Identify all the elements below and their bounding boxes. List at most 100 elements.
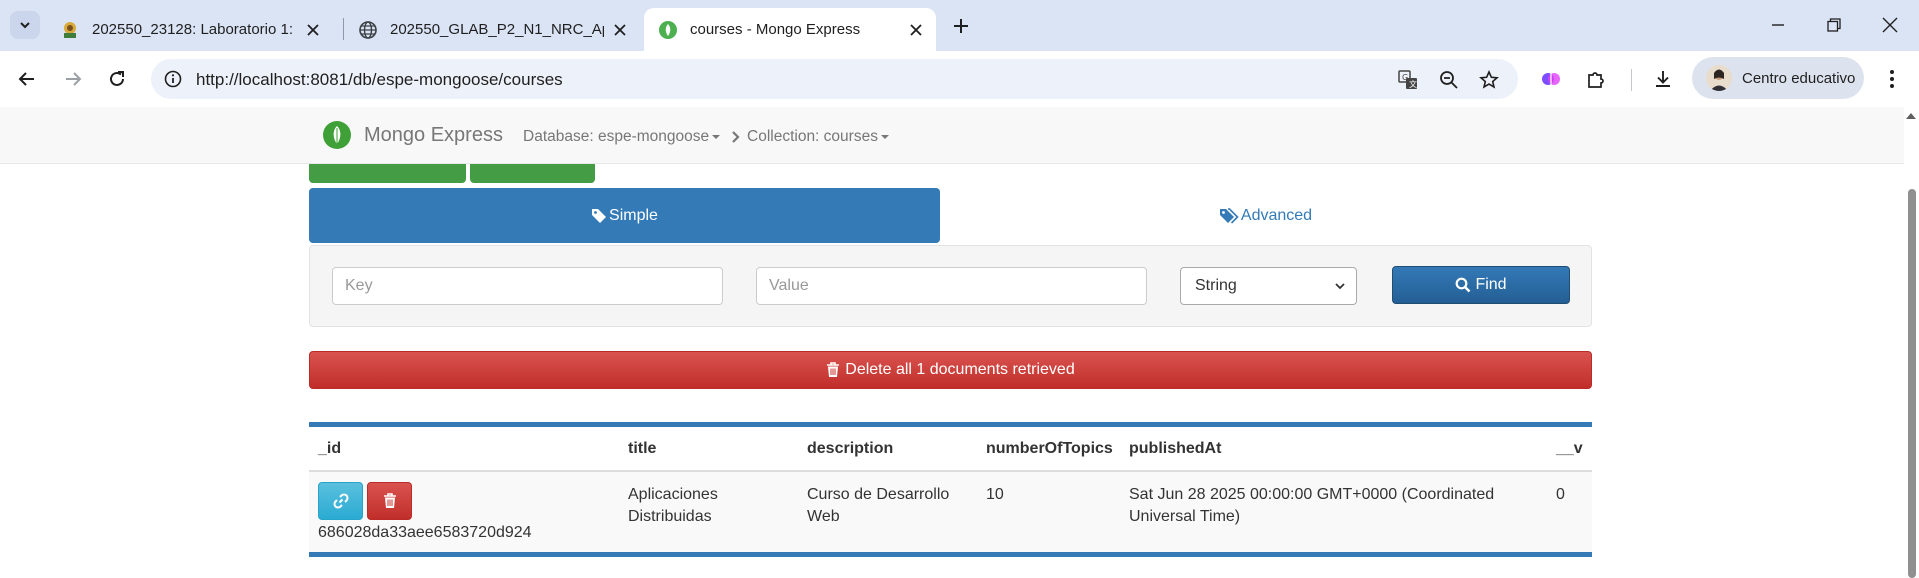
svg-text:G: G — [1402, 73, 1408, 82]
cell-title: Aplicaciones Distribuidas — [628, 484, 718, 528]
browser-tab-mongo-express[interactable]: courses - Mongo Express — [644, 8, 936, 51]
address-bar[interactable]: http://localhost:8081/db/espe-mongoose/c… — [151, 59, 1518, 99]
close-icon[interactable] — [303, 20, 323, 40]
view-document-button[interactable] — [318, 482, 363, 520]
url-text: http://localhost:8081/db/espe-mongoose/c… — [196, 70, 563, 89]
info-icon — [164, 70, 182, 88]
delete-document-button[interactable] — [367, 482, 412, 520]
cell-publishedat: Sat Jun 28 2025 00:00:00 GMT+0000 (Coord… — [1129, 484, 1494, 528]
minimize-icon — [1772, 24, 1784, 26]
download-icon — [1656, 71, 1670, 87]
brand-link[interactable]: Mongo Express — [322, 120, 503, 150]
chevron-down-icon — [20, 22, 30, 29]
arrow-left-icon — [18, 72, 34, 86]
delete-all-label: Delete all 1 documents retrieved — [845, 361, 1075, 378]
documents-table: _id title description numberOfTopics pub… — [309, 422, 1592, 557]
arrow-right-icon — [66, 72, 82, 86]
chevron-right-icon — [732, 131, 740, 143]
find-button[interactable]: Find — [1392, 266, 1570, 304]
cell-id[interactable]: 686028da33aee6583720d924 — [318, 522, 532, 544]
cell-v: 0 — [1556, 486, 1565, 503]
simple-query-form: String Find — [309, 245, 1592, 327]
cell-title-line: Distribuidas — [628, 508, 712, 525]
puzzle-icon — [1588, 72, 1604, 88]
trash-icon — [827, 362, 840, 377]
column-header-title[interactable]: title — [628, 440, 656, 458]
profile-button[interactable]: Centro educativo — [1692, 57, 1864, 99]
delete-all-button[interactable]: Delete all 1 documents retrieved — [309, 351, 1592, 389]
trash-icon — [383, 493, 396, 508]
mongo-leaf-icon — [659, 20, 677, 39]
column-header-id[interactable]: _id — [318, 440, 341, 458]
restore-button[interactable] — [1820, 12, 1848, 38]
browser-toolbar: http://localhost:8081/db/espe-mongoose/c… — [0, 51, 1919, 107]
cell-publishedat-line: Universal Time) — [1129, 508, 1241, 525]
extensions-button[interactable] — [1582, 65, 1610, 93]
reload-icon — [110, 71, 124, 86]
zoom-button[interactable] — [1436, 67, 1462, 93]
type-select-value: String — [1195, 277, 1237, 294]
browser-tab-glab[interactable]: 202550_GLAB_P2_N1_NRC_Apli — [344, 8, 640, 51]
find-label: Find — [1475, 276, 1507, 293]
scrollbar-thumb[interactable] — [1908, 189, 1916, 578]
page-content: Mongo Express Database: espe-mongoose Co… — [0, 107, 1919, 578]
close-window-button[interactable] — [1876, 12, 1904, 38]
column-header-v[interactable]: __v — [1556, 440, 1583, 458]
extension-brain-button[interactable] — [1537, 65, 1565, 93]
tab-simple-label: Simple — [609, 206, 658, 224]
site-info-button[interactable] — [161, 67, 185, 91]
back-button[interactable] — [13, 65, 41, 93]
tab-title: courses - Mongo Express — [690, 21, 861, 38]
close-icon[interactable] — [610, 20, 630, 40]
restore-icon — [1827, 18, 1841, 32]
avatar — [1706, 65, 1732, 91]
browser-menu-button[interactable] — [1879, 65, 1905, 93]
svg-text:文: 文 — [1409, 79, 1417, 89]
cell-numberoftopics: 10 — [986, 486, 1004, 503]
cell-publishedat-line: Sat Jun 28 2025 00:00:00 GMT+0000 (Coord… — [1129, 486, 1495, 503]
column-header-description[interactable]: description — [807, 440, 893, 458]
tab-strip: 202550_23128: Laboratorio 1: L 202550_GL… — [0, 0, 1919, 51]
close-icon — [1882, 17, 1898, 33]
table-header: _id title description numberOfTopics pub… — [309, 427, 1592, 472]
key-input[interactable] — [332, 267, 723, 305]
close-icon[interactable] — [906, 20, 926, 40]
tab-advanced[interactable]: Advanced — [940, 188, 1591, 243]
tab-search-button[interactable] — [10, 11, 40, 39]
cell-title-line: Aplicaciones — [628, 486, 718, 503]
tags-icon — [1219, 207, 1239, 224]
downloads-button[interactable] — [1649, 65, 1677, 93]
link-icon — [332, 493, 349, 509]
brand-title: Mongo Express — [364, 123, 503, 146]
caret-down-icon — [712, 135, 721, 139]
browser-tab-laboratorio[interactable]: 202550_23128: Laboratorio 1: L — [46, 8, 333, 51]
column-header-numberoftopics[interactable]: numberOfTopics — [986, 440, 1113, 458]
tab-title: 202550_23128: Laboratorio 1: L — [92, 21, 297, 38]
cell-description-line: Curso de Desarrollo — [807, 486, 950, 503]
collection-dropdown[interactable]: Collection: courses — [731, 128, 889, 146]
translate-button[interactable]: G文 — [1395, 67, 1421, 93]
star-icon — [1479, 70, 1499, 89]
toolbar-divider — [1631, 69, 1632, 91]
minimize-button[interactable] — [1764, 12, 1792, 38]
cell-description: Curso de Desarrollo Web — [807, 484, 949, 528]
university-crest-icon — [64, 21, 76, 38]
forward-button[interactable] — [59, 65, 87, 93]
bookmark-button[interactable] — [1476, 67, 1502, 93]
scroll-up-arrow-icon[interactable] — [1906, 113, 1916, 119]
tab-title: 202550_GLAB_P2_N1_NRC_Apli — [390, 21, 604, 38]
reload-button[interactable] — [103, 65, 131, 93]
plus-icon — [954, 19, 968, 33]
type-select[interactable]: String — [1180, 267, 1357, 305]
tab-simple[interactable]: Simple — [309, 188, 940, 243]
collection-label: Collection: courses — [747, 128, 878, 145]
brain-extension-icon — [1542, 73, 1560, 85]
page-scrollbar[interactable] — [1904, 107, 1919, 578]
value-input[interactable] — [756, 267, 1147, 305]
profile-name: Centro educativo — [1742, 69, 1856, 87]
caret-down-icon — [880, 135, 889, 139]
column-header-publishedat[interactable]: publishedAt — [1129, 440, 1221, 458]
new-tab-button[interactable] — [946, 13, 976, 39]
database-label: Database: espe-mongoose — [523, 128, 710, 145]
database-dropdown[interactable]: Database: espe-mongoose — [523, 128, 721, 146]
